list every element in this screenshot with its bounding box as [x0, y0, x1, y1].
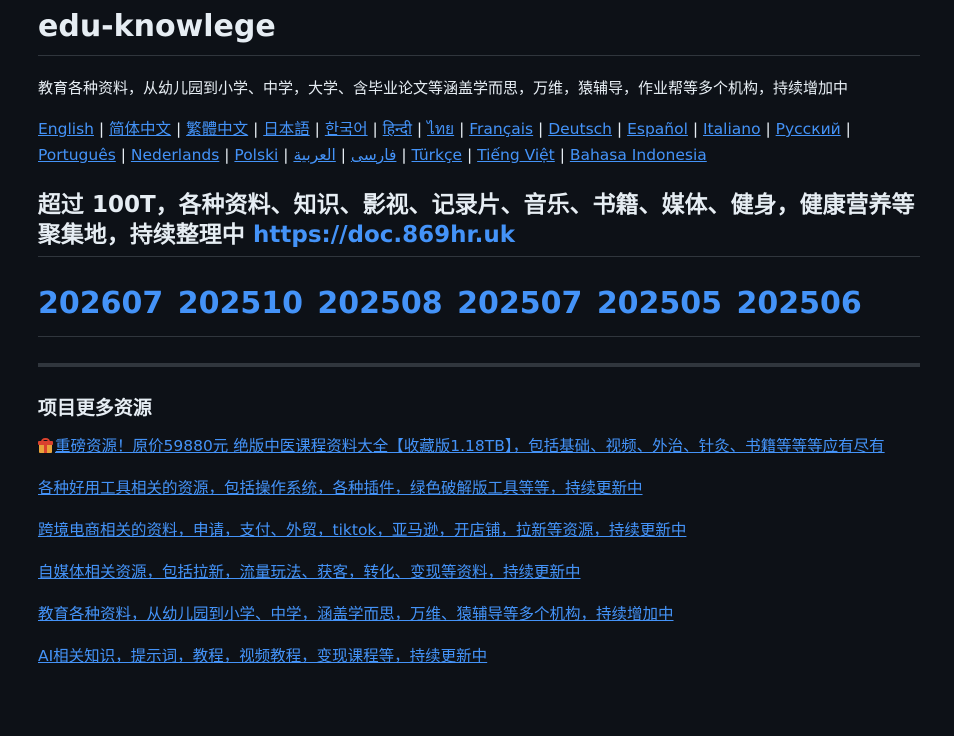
- language-separator: |: [554, 146, 570, 164]
- list-item: 教育各种资料，从幼儿园到小学、中学，涵盖学而思，万维、猿辅导等多个机构，持续增加…: [38, 601, 920, 627]
- language-link[interactable]: فارسی: [351, 146, 397, 164]
- language-link[interactable]: Türkçe: [412, 146, 463, 164]
- language-separator: |: [396, 146, 412, 164]
- list-item: AI相关知识，提示词，教程，视频教程，变现课程等，持续更新中: [38, 643, 920, 669]
- language-link[interactable]: Tiếng Việt: [477, 146, 555, 164]
- resource-link[interactable]: 重磅资源！原价59880元 绝版中医课程资料大全【收藏版1.18TB】，包括基础…: [55, 437, 885, 455]
- year-link[interactable]: 202607: [38, 286, 163, 321]
- language-link[interactable]: Español: [627, 120, 688, 138]
- language-separator: |: [462, 146, 478, 164]
- language-link[interactable]: ไทย: [427, 120, 454, 138]
- language-link[interactable]: العربية: [293, 146, 335, 164]
- language-separator: |: [309, 120, 325, 138]
- language-links: English | 简体中文 | 繁體中文 | 日本語 | 한국어 | हिन्…: [38, 116, 920, 168]
- language-separator: |: [612, 120, 628, 138]
- section-title: 项目更多资源: [38, 397, 153, 419]
- language-link[interactable]: Русский: [776, 120, 841, 138]
- language-separator: |: [248, 120, 264, 138]
- language-link[interactable]: Polski: [234, 146, 278, 164]
- resource-link[interactable]: 教育各种资料，从幼儿园到小学、中学，涵盖学而思，万维、猿辅导等多个机构，持续增加…: [38, 605, 674, 623]
- list-item: 重磅资源！原价59880元 绝版中医课程资料大全【收藏版1.18TB】，包括基础…: [38, 433, 920, 459]
- language-separator: |: [367, 120, 383, 138]
- headline: 超过 100T，各种资料、知识、影视、记录片、音乐、书籍、媒体、健身，健康营养等…: [38, 190, 920, 257]
- language-link[interactable]: Português: [38, 146, 116, 164]
- language-link[interactable]: Italiano: [703, 120, 761, 138]
- language-link[interactable]: Français: [469, 120, 533, 138]
- language-link[interactable]: हिन्दी: [383, 120, 412, 138]
- year-link[interactable]: 202510: [178, 286, 303, 321]
- resource-list: 重磅资源！原价59880元 绝版中医课程资料大全【收藏版1.18TB】，包括基础…: [38, 433, 920, 669]
- language-link[interactable]: Bahasa Indonesia: [570, 146, 707, 164]
- year-link[interactable]: 202506: [737, 286, 862, 321]
- resource-link[interactable]: 自媒体相关资源，包括拉新，流量玩法、获客，转化、变现等资料，持续更新中: [38, 563, 581, 581]
- resource-link[interactable]: 跨境电商相关的资料，申请，支付、外贸，tiktok，亚马逊，开店铺，拉新等资源，…: [38, 521, 686, 539]
- language-separator: |: [278, 146, 294, 164]
- language-link[interactable]: English: [38, 120, 94, 138]
- language-separator: |: [115, 146, 131, 164]
- list-item: 跨境电商相关的资料，申请，支付、外贸，tiktok，亚马逊，开店铺，拉新等资源，…: [38, 517, 920, 543]
- language-link[interactable]: Deutsch: [548, 120, 612, 138]
- year-link[interactable]: 202508: [317, 286, 442, 321]
- language-separator: |: [454, 120, 470, 138]
- language-separator: |: [687, 120, 703, 138]
- year-links: 202607 202510 202508 202507 202505 20250…: [38, 281, 920, 337]
- page-title: edu-knowlege: [38, 0, 920, 56]
- language-separator: |: [840, 120, 851, 138]
- divider: [38, 363, 920, 367]
- list-item: 自媒体相关资源，包括拉新，流量玩法、获客，转化、变现等资料，持续更新中: [38, 559, 920, 585]
- language-separator: |: [219, 146, 235, 164]
- resource-link[interactable]: 各种好用工具相关的资源，包括操作系统，各种插件，绿色破解版工具等等，持续更新中: [38, 479, 643, 497]
- doc-link[interactable]: https://doc.869hr.uk: [253, 222, 515, 248]
- language-link[interactable]: 繁體中文: [186, 120, 248, 138]
- language-separator: |: [171, 120, 187, 138]
- gift-icon: [38, 438, 53, 453]
- language-separator: |: [760, 120, 776, 138]
- intro-text: 教育各种资料，从幼儿园到小学、中学，大学、含毕业论文等涵盖学而思，万维，猿辅导，…: [38, 79, 849, 97]
- language-link[interactable]: Nederlands: [131, 146, 219, 164]
- readme-page: edu-knowlege 教育各种资料，从幼儿园到小学、中学，大学、含毕业论文等…: [0, 0, 954, 736]
- language-separator: |: [93, 120, 110, 138]
- list-item: 各种好用工具相关的资源，包括操作系统，各种插件，绿色破解版工具等等，持续更新中: [38, 475, 920, 501]
- language-link[interactable]: 简体中文: [109, 120, 171, 138]
- language-link[interactable]: 한국어: [325, 120, 368, 138]
- language-link[interactable]: 日本語: [263, 120, 310, 138]
- language-separator: |: [411, 120, 428, 138]
- language-separator: |: [533, 120, 549, 138]
- year-link[interactable]: 202505: [597, 286, 722, 321]
- language-separator: |: [335, 146, 351, 164]
- resource-link[interactable]: AI相关知识，提示词，教程，视频教程，变现课程等，持续更新中: [38, 647, 487, 665]
- year-link[interactable]: 202507: [457, 286, 582, 321]
